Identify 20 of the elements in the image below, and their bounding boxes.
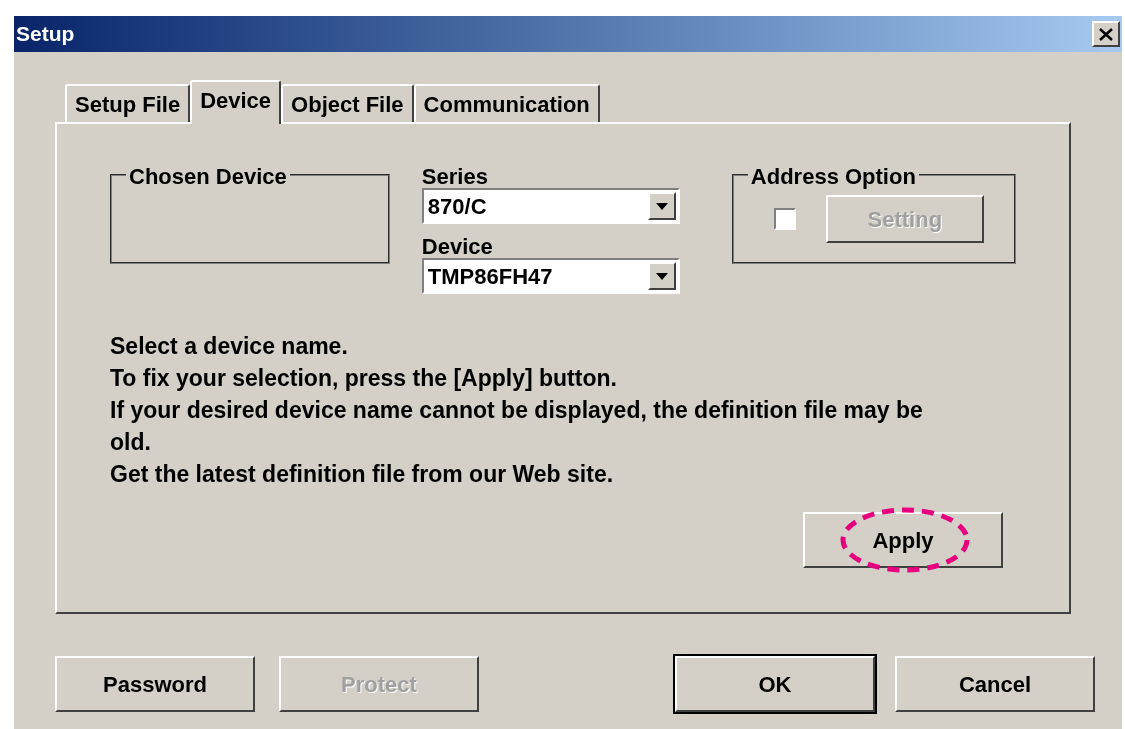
dialog-button[interactable]: OK (675, 656, 875, 712)
field-label: Device (421, 233, 494, 258)
tab[interactable]: Communication (413, 84, 600, 122)
device-dropdown[interactable]: TMP86FH47 (421, 258, 680, 294)
tab[interactable]: Setup File (65, 84, 191, 122)
instruction-text: Select a device name. (110, 332, 349, 361)
series-dropdown[interactable]: 870/C (421, 188, 680, 224)
field-label: Series (421, 163, 489, 188)
close-button[interactable] (1092, 21, 1120, 47)
tab[interactable]: Object File (281, 84, 414, 122)
window-title: Setup (16, 21, 75, 48)
tab[interactable]: Device (190, 80, 282, 124)
dialog-button[interactable]: Password (55, 656, 255, 712)
instruction-text: If your desired device name cannot be displayed, the definition file may be old. (110, 396, 924, 457)
dialog-button[interactable]: Cancel (895, 656, 1095, 712)
apply-button[interactable]: Apply (803, 512, 1003, 568)
instruction-text: Get the latest definition file from our Web site. (110, 460, 615, 489)
close-icon[interactable] (1099, 27, 1113, 41)
instruction-text: To fix your selection, press the [Apply] button. (110, 364, 618, 393)
checkbox[interactable] (773, 208, 796, 230)
